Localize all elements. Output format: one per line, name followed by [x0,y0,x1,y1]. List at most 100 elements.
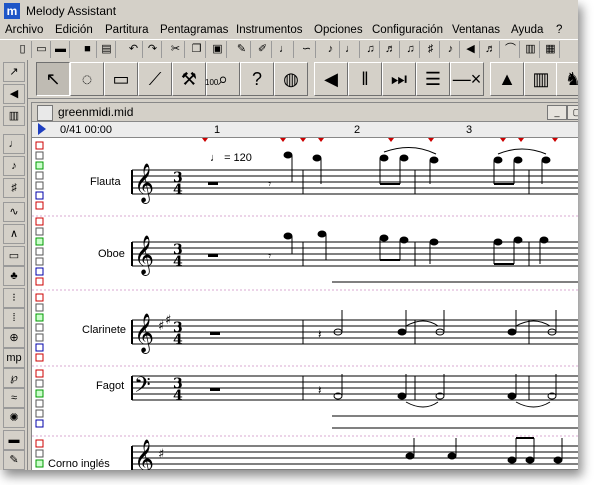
svg-text:♯: ♯ [158,319,164,334]
svg-text:𝄽: 𝄽 [318,327,322,341]
score-document-window: greenmidi.mid _ ▢ 0/41 00:00 1 2 3 ♩ = 1… [31,102,578,470]
play-marker-icon[interactable] [38,123,46,135]
eighth-tool-icon[interactable]: ♪ [3,156,25,176]
position-counter: 0/41 00:00 [60,124,112,136]
redo-icon[interactable]: ↷ [144,41,162,58]
loop-icon[interactable]: —× [450,62,484,96]
dynamics-tool-icon[interactable]: mp [3,348,25,368]
app-title: Melody Assistant [26,4,117,18]
pedal-tool-icon[interactable]: ℘ [3,368,25,388]
bar-number: 1 [214,124,221,136]
organ-icon[interactable]: ▥ [524,62,558,96]
menu-ventanas[interactable]: Ventanas [452,24,500,36]
document-title-bar: greenmidi.mid _ ▢ [32,103,578,122]
note-8th-icon[interactable]: ♩ [342,41,360,58]
paint-icon[interactable]: ✐ [254,41,272,58]
globe-icon[interactable]: ◍ [274,62,308,96]
left-tool-strip: ↗ ◀ ▥ ♩ ♪ ♯ ∿ ∧ ▭ ♣ ⁝ ⁞ ⊕ mp ℘ ≈ ✺ ▬ ✎ [0,60,28,470]
select-tool-icon[interactable]: ↗ [3,62,25,82]
eraser-icon[interactable]: ▭ [104,62,138,96]
menu-configuracion[interactable]: Configuración [372,24,443,36]
note-icon[interactable]: ♩ [276,41,294,58]
menu-opciones[interactable]: Opciones [314,24,363,36]
menu-pentagramas[interactable]: Pentagramas [160,24,228,36]
document-icon [37,105,53,121]
fermata-tool-icon[interactable]: ▭ [3,246,25,266]
note-sharp-icon[interactable]: ♯ [422,41,440,58]
cut-icon[interactable]: ✂ [167,41,185,58]
svg-text:𝄞: 𝄞 [134,235,154,276]
note-16th-icon[interactable]: ♫ [362,41,380,58]
title-bar: m Melody Assistant [0,0,578,23]
conductor-icon[interactable]: ♞ [556,62,578,96]
menu-edicion[interactable]: Edición [55,24,93,36]
svg-text:𝄾: 𝄾 [268,249,271,263]
piano-tool-icon[interactable]: ▥ [3,106,25,126]
repeat-tool-icon[interactable]: ⁞ [3,308,25,328]
app-window: m Melody Assistant Archivo Edición Parti… [0,0,578,470]
maximize-button[interactable]: ▢ [567,105,578,120]
measure-ruler[interactable]: 0/41 00:00 1 2 3 [32,122,578,138]
grid-icon[interactable]: ▦ [542,41,560,58]
fan-icon[interactable]: ⌒ [502,41,520,58]
copy-icon[interactable]: ❐ [188,41,206,58]
gear-tool-icon[interactable]: ✺ [3,408,25,428]
svg-text:4: 4 [173,388,183,404]
note-tied-icon[interactable]: ♪ [442,41,460,58]
list-icon[interactable]: ☰ [416,62,450,96]
new-doc-icon[interactable]: ▯ [14,41,32,58]
bars-icon[interactable]: ▥ [522,41,540,58]
menu-instrumentos[interactable]: Instrumentos [236,24,302,36]
accent-tool-icon[interactable]: ∧ [3,224,25,244]
svg-text:4: 4 [173,182,183,198]
minimize-button[interactable]: _ [547,105,567,120]
help-icon[interactable]: ? [240,62,274,96]
svg-text:4: 4 [173,254,183,270]
zoom-level: 100 [205,78,219,87]
note-run-icon[interactable]: ♪ [322,41,340,58]
speaker-tool-icon[interactable]: ◀ [3,84,25,104]
clarinet-icon[interactable]: ⟋ [138,62,172,96]
speaker-small-icon[interactable]: ◀ [462,41,480,58]
pen-tool-icon[interactable]: ✎ [3,450,25,470]
metronome-icon[interactable]: ▲ [490,62,524,96]
svg-text:4: 4 [173,332,183,348]
chord-tool-icon[interactable]: ♣ [3,266,25,286]
print-icon[interactable]: ▤ [98,41,116,58]
fingering-tool-icon[interactable]: ⁝ [3,288,25,308]
sharp-tool-icon[interactable]: ♯ [3,178,25,198]
save-icon[interactable]: ■ [79,41,97,58]
paste-icon[interactable]: ▣ [209,41,227,58]
open-icon[interactable]: ▭ [33,41,51,58]
note-tool-icon[interactable]: ♩ [3,134,25,154]
menu-partitura[interactable]: Partitura [105,24,148,36]
brush-icon[interactable]: ✎ [233,41,251,58]
bar-number: 2 [354,124,361,136]
pointer-icon[interactable]: ↖ [36,62,70,96]
trill-tool-icon[interactable]: ∿ [3,202,25,222]
pause-icon[interactable]: ‖ [348,62,382,96]
speaker-icon[interactable]: ◀ [314,62,348,96]
hammer-icon[interactable]: ⚒ [172,62,206,96]
coda-tool-icon[interactable]: ⊕ [3,328,25,348]
glissando-tool-icon[interactable]: ≈ [3,388,25,408]
svg-text:𝄞: 𝄞 [134,163,154,204]
svg-text:♯: ♯ [158,447,164,462]
note-beam-icon[interactable]: ♬ [482,41,500,58]
open-folder-icon[interactable]: ▬ [52,41,70,58]
note-chord-icon[interactable]: ♫ [402,41,420,58]
rewind-icon[interactable]: ⏭ [382,62,416,96]
tie-icon[interactable]: ∽ [298,41,316,58]
menu-bar: Archivo Edición Partitura Pentagramas In… [0,22,578,39]
menu-ayuda[interactable]: Ayuda [511,24,543,36]
svg-text:𝄾: 𝄾 [268,177,271,191]
menu-help[interactable]: ? [556,24,562,36]
undo-icon[interactable]: ↶ [125,41,143,58]
score-area[interactable]: ♩ = 120 Flauta Oboe Clarinete Fagot Corn… [32,138,578,470]
note-group-icon[interactable]: ♬ [382,41,400,58]
svg-text:♯: ♯ [165,313,171,328]
app-icon: m [4,3,20,19]
line-tool-icon[interactable]: ▬ [3,430,25,450]
menu-archivo[interactable]: Archivo [5,24,43,36]
lasso-icon[interactable]: ◌ [70,62,104,96]
